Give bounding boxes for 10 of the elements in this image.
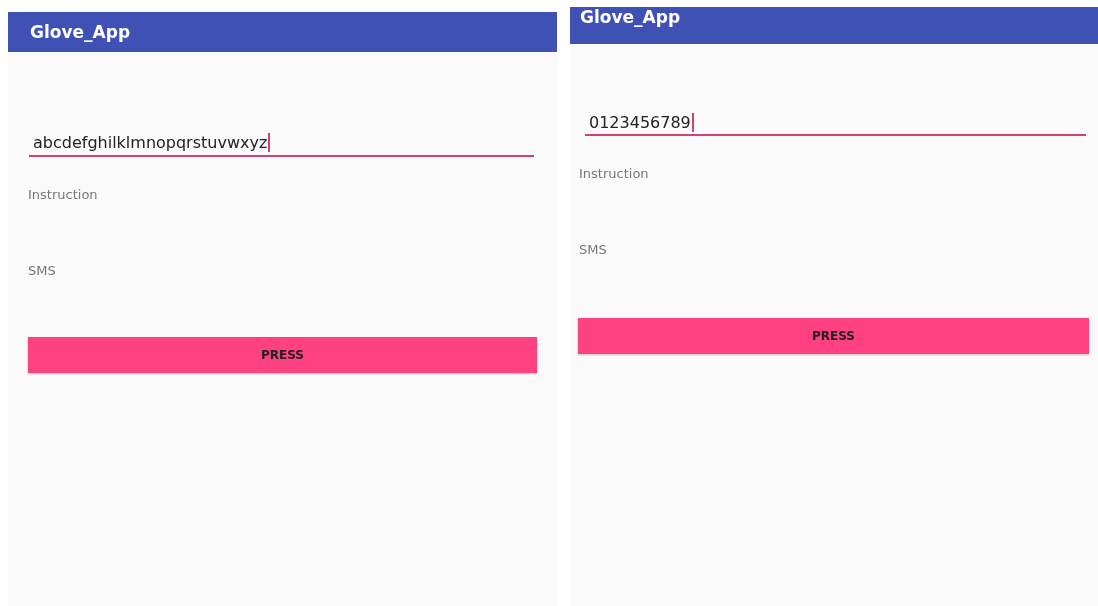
text-field[interactable]: abcdefghilklmnopqrstuvwxyz bbox=[29, 128, 534, 157]
text-label: Instruction bbox=[579, 166, 650, 183]
text-label: SMS bbox=[28, 263, 57, 280]
text-label: SMS bbox=[579, 242, 608, 259]
text-label: Instruction bbox=[28, 187, 99, 204]
app-title: Glove_App bbox=[30, 22, 131, 42]
press-button[interactable]: PRESS bbox=[28, 337, 537, 373]
press-button[interactable]: PRESS bbox=[578, 318, 1089, 354]
text-field[interactable]: 0123456789 bbox=[585, 110, 1086, 136]
app-title: Glove_App bbox=[580, 7, 681, 27]
